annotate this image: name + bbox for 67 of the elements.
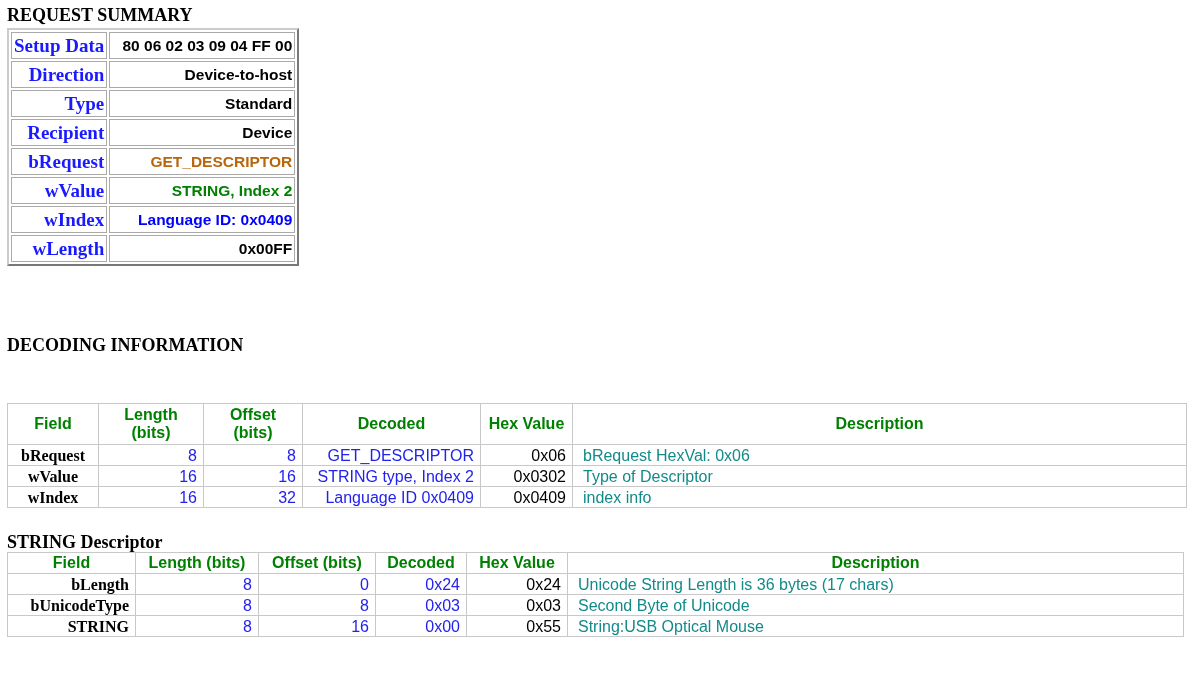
table-cell: STRING (7, 615, 136, 637)
table-cell: Type (11, 90, 108, 117)
section-heading: STRING Descriptor (7, 532, 164, 552)
table-cell: 8 (203, 444, 303, 466)
column-header: Length (bits) (135, 552, 259, 574)
column-header: Field (7, 552, 136, 574)
table-cell: index info (572, 486, 1187, 508)
table-cell: bUnicodeType (7, 594, 136, 616)
table-cell: 32 (203, 486, 303, 508)
column-header: Description (572, 403, 1187, 445)
column-header: Offset (bits) (203, 403, 303, 445)
column-header: Field (7, 403, 99, 445)
table-cell: Type of Descriptor (572, 465, 1187, 487)
table-cell: 0x24 (466, 573, 568, 595)
table-cell: wIndex (11, 206, 108, 233)
column-header: Hex Value (480, 403, 573, 445)
table-cell: bRequest (11, 148, 108, 175)
table-cell: 16 (258, 615, 376, 637)
table-cell: 0x00 (375, 615, 467, 637)
table-cell: 0x03 (466, 594, 568, 616)
table-cell: bLength (7, 573, 136, 595)
table-cell: 0x0409 (480, 486, 573, 508)
table-cell: wIndex (7, 486, 99, 508)
table-cell: wValue (11, 177, 108, 204)
column-header: Description (567, 552, 1184, 574)
column-header: Decoded (375, 552, 467, 574)
table-cell: 8 (258, 594, 376, 616)
column-header: Decoded (302, 403, 481, 445)
table-cell: Language ID: 0x0409 (109, 206, 296, 233)
table-cell: 0x03 (375, 594, 467, 616)
table-cell: String:USB Optical Mouse (567, 615, 1184, 637)
table-cell: GET_DESCRIPTOR (109, 148, 296, 175)
table-cell: Unicode String Length is 36 bytes (17 chars) (567, 573, 1184, 595)
table-cell: 0 (258, 573, 376, 595)
table-cell: Device (109, 119, 296, 146)
table-cell: 8 (135, 594, 259, 616)
table-cell: 8 (135, 615, 259, 637)
table-cell: Device-to-host (109, 61, 296, 88)
table-cell: 8 (98, 444, 204, 466)
table-cell: STRING type, Index 2 (302, 465, 481, 487)
section-heading: REQUEST SUMMARY (7, 4, 194, 26)
table-cell: 80 06 02 03 09 04 FF 00 (109, 32, 296, 59)
table-cell: 0x06 (480, 444, 573, 466)
table-cell: wLength (11, 235, 108, 262)
column-header: Length (bits) (98, 403, 204, 445)
column-header: Offset (bits) (258, 552, 376, 574)
table-cell: Second Byte of Unicode (567, 594, 1184, 616)
table-cell: 0x00FF (109, 235, 296, 262)
table-cell: Recipient (11, 119, 108, 146)
table-cell: 16 (98, 465, 204, 487)
table-cell: Language ID 0x0409 (302, 486, 481, 508)
table-cell: STRING, Index 2 (109, 177, 296, 204)
table-cell: GET_DESCRIPTOR (302, 444, 481, 466)
table-cell: wValue (7, 465, 99, 487)
table-cell: Setup Data (11, 32, 108, 59)
table-cell: 0x0302 (480, 465, 573, 487)
table-cell: 0x55 (466, 615, 568, 637)
table-cell: 0x24 (375, 573, 467, 595)
column-header: Hex Value (466, 552, 568, 574)
table-cell: 8 (135, 573, 259, 595)
table-cell: bRequest HexVal: 0x06 (572, 444, 1187, 466)
section-heading: DECODING INFORMATION (7, 334, 245, 356)
table-cell: Standard (109, 90, 296, 117)
table-cell: 16 (98, 486, 204, 508)
table-cell: 16 (203, 465, 303, 487)
table-cell: bRequest (7, 444, 99, 466)
table-cell: Direction (11, 61, 108, 88)
